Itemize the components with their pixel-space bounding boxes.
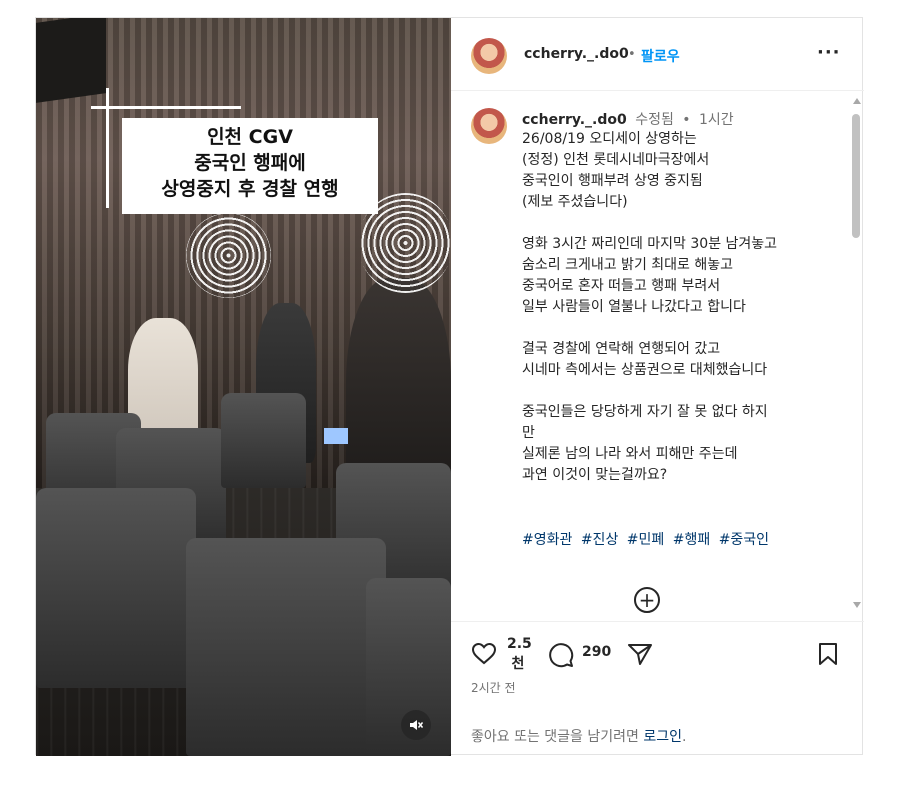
scrollbar-up-arrow[interactable] — [853, 98, 861, 104]
hashtag-link[interactable]: #중국인 — [719, 532, 769, 548]
post-video[interactable]: 인천 CGV 중국인 행패에 상영중지 후 경찰 연행 — [36, 18, 451, 756]
face-censor-scribble — [186, 213, 271, 298]
speaker-cabinet — [36, 18, 106, 103]
scrollbar-thumb[interactable] — [852, 114, 860, 238]
seat — [221, 393, 306, 488]
like-count-unit: 천 — [511, 656, 525, 672]
comment-count[interactable]: 290 — [582, 644, 611, 660]
separator-dot: • — [682, 112, 691, 128]
follow-button[interactable]: 팔로우 — [641, 46, 680, 66]
avatar[interactable] — [471, 108, 507, 144]
avatar[interactable] — [471, 38, 507, 74]
crosshair-line — [91, 106, 241, 109]
seat — [186, 538, 386, 756]
post-header: ccherry._.do0 • 팔로우 ··· — [451, 18, 864, 91]
hashtag-link[interactable]: #진상 — [581, 532, 619, 548]
hashtag-link[interactable]: #영화관 — [522, 532, 572, 548]
like-count[interactable]: 2.5 천 — [507, 634, 532, 674]
instagram-post: 인천 CGV 중국인 행패에 상영중지 후 경찰 연행 ccherry._.do… — [35, 17, 864, 756]
login-prompt-suffix: . — [682, 729, 687, 745]
login-prompt-text: 좋아요 또는 댓글을 남기려면 — [471, 729, 644, 745]
more-options-button[interactable]: ··· — [817, 42, 841, 63]
edited-label: 수정됨 — [635, 112, 674, 128]
header-username-link[interactable]: ccherry._.do0 — [524, 46, 629, 62]
overlay-caption-line: 인천 CGV — [207, 126, 293, 148]
caption-username-link[interactable]: ccherry._.do0 — [522, 112, 627, 128]
plus-icon: + — [638, 588, 656, 612]
seat — [36, 488, 196, 688]
mute-button[interactable] — [401, 710, 431, 740]
video-overlay-caption: 인천 CGV 중국인 행패에 상영중지 후 경찰 연행 — [122, 118, 378, 214]
login-prompt: 좋아요 또는 댓글을 남기려면 로그인. — [471, 726, 686, 746]
load-more-comments-button[interactable]: + — [634, 587, 660, 613]
caption-header: ccherry._.do0 수정됨 • 1시간 — [522, 109, 734, 129]
caption-text: 26/08/19 오디세이 상영하는 (정정) 인천 롯데시네마극장에서 중국인… — [522, 131, 778, 483]
hashtag-list: #영화관 #진상 #민폐 #행패 #중국인 — [522, 529, 773, 549]
bookmark-icon[interactable] — [817, 642, 839, 666]
scrollbar-down-arrow[interactable] — [853, 602, 861, 608]
post-info-panel: ccherry._.do0 • 팔로우 ··· ccherry._.do0 수정… — [451, 18, 864, 756]
overlay-caption-line: 중국인 행패에 — [194, 152, 306, 174]
hashtag-link[interactable]: #행패 — [673, 532, 711, 548]
comment-icon[interactable] — [548, 642, 574, 668]
separator-dot: • — [628, 47, 636, 62]
post-time-ago[interactable]: 2시간 전 — [471, 679, 516, 696]
hashtag-link[interactable]: #민폐 — [627, 532, 665, 548]
share-icon[interactable] — [627, 642, 653, 666]
login-link[interactable]: 로그인 — [643, 729, 682, 745]
like-count-number: 2.5 — [507, 636, 532, 652]
phone-screen — [324, 428, 348, 444]
heart-icon[interactable] — [471, 642, 497, 666]
action-bar: 2.5 천 290 2시간 전 좋아요 또는 댓글을 남기려면 로그인. — [451, 621, 864, 756]
post-time[interactable]: 1시간 — [699, 112, 734, 128]
overlay-caption-line: 상영중지 후 경찰 연행 — [161, 178, 339, 200]
caption-scroll-area[interactable]: ccherry._.do0 수정됨 • 1시간 26/08/19 오디세이 상영… — [451, 91, 864, 621]
speaker-muted-icon — [410, 720, 423, 730]
